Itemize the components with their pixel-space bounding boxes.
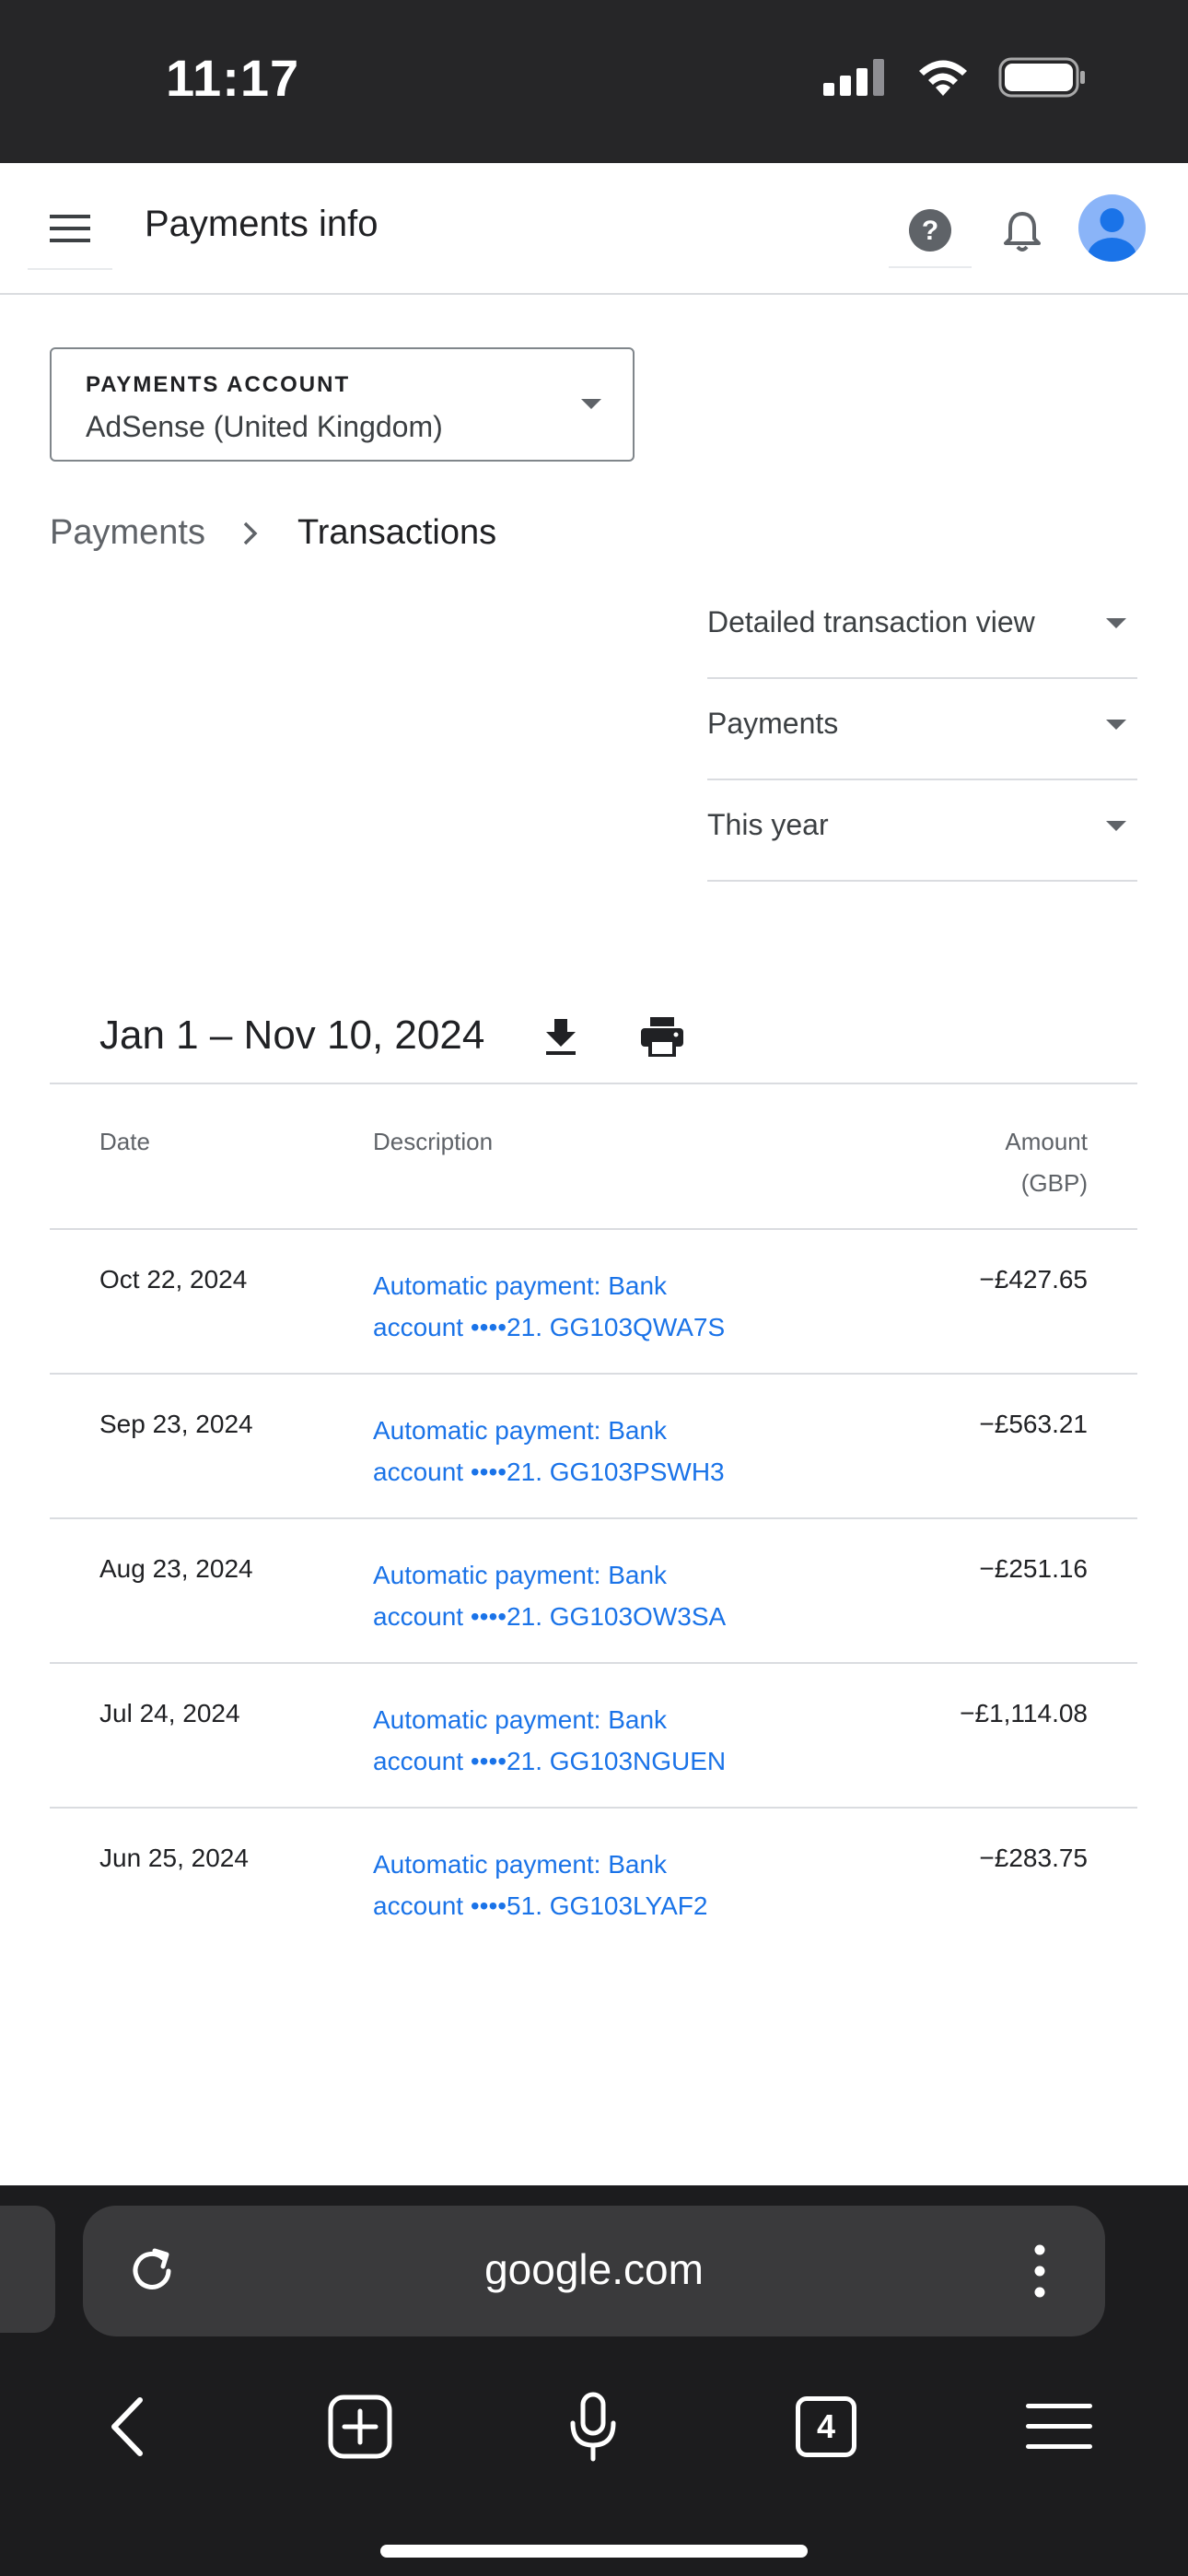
table-header: Date Description Amount (GBP) bbox=[50, 1084, 1137, 1230]
column-header-amount-currency: (GBP) bbox=[1020, 1169, 1088, 1197]
browser-toolbar: google.com 4 bbox=[0, 2185, 1188, 2576]
dropdown-arrow-icon bbox=[1106, 720, 1126, 730]
description-line: Automatic payment: Bank bbox=[373, 1271, 668, 1300]
column-header-date: Date bbox=[99, 1128, 150, 1155]
status-time: 11:17 bbox=[166, 49, 300, 107]
description-line: account ••••51. GG103LYAF2 bbox=[373, 1891, 708, 1920]
description-line: Automatic payment: Bank bbox=[373, 1850, 668, 1879]
microphone-icon bbox=[570, 2392, 616, 2462]
description-line: account ••••21. GG103OW3SA bbox=[373, 1602, 727, 1631]
dropdown-arrow-icon bbox=[581, 399, 601, 409]
description-line: Automatic payment: Bank bbox=[373, 1705, 668, 1734]
browser-nav-row: 4 bbox=[0, 2379, 1188, 2471]
transaction-date: Aug 23, 2024 bbox=[99, 1554, 253, 1583]
new-tab-icon bbox=[328, 2395, 392, 2459]
description-line: account ••••21. GG103QWA7S bbox=[373, 1313, 726, 1341]
transaction-type-dropdown[interactable]: Payments bbox=[707, 679, 1137, 780]
menu-icon bbox=[50, 215, 90, 242]
page-title: Payments info bbox=[145, 204, 379, 244]
back-icon bbox=[111, 2397, 143, 2456]
dropdown-arrow-icon bbox=[1106, 618, 1126, 628]
breadcrumb-current: Transactions bbox=[297, 513, 497, 552]
tabs-button[interactable]: 4 bbox=[789, 2390, 863, 2464]
transaction-description-link[interactable]: Automatic payment: Bank account ••••51. … bbox=[373, 1844, 806, 1926]
date-range-dropdown[interactable]: This year bbox=[707, 780, 1137, 882]
account-avatar-icon bbox=[1088, 208, 1136, 262]
table-row: Sep 23, 2024 Automatic payment: Bank acc… bbox=[50, 1375, 1137, 1519]
previous-tab-peek[interactable] bbox=[0, 2206, 55, 2333]
help-icon: ? bbox=[909, 209, 951, 252]
cellular-signal-icon bbox=[823, 59, 884, 96]
transaction-description-link[interactable]: Automatic payment: Bank account ••••21. … bbox=[373, 1699, 806, 1782]
menu-icon bbox=[1026, 2404, 1092, 2449]
more-options-button[interactable] bbox=[1026, 2239, 1054, 2303]
new-tab-button[interactable] bbox=[323, 2390, 397, 2464]
notifications-bell-icon bbox=[1004, 212, 1041, 252]
app-header: Payments info ? bbox=[0, 163, 1188, 295]
url-text: google.com bbox=[484, 2245, 704, 2293]
transactions-table: Date Description Amount (GBP) Oct 22, 20… bbox=[50, 1084, 1137, 1953]
chevron-right-icon bbox=[243, 521, 258, 544]
transaction-amount: −£427.65 bbox=[979, 1265, 1088, 1294]
payments-account-select[interactable]: PAYMENTS ACCOUNT AdSense (United Kingdom… bbox=[50, 347, 635, 462]
back-button[interactable] bbox=[90, 2390, 164, 2464]
status-icons bbox=[823, 57, 1087, 98]
breadcrumb-payments-link[interactable]: Payments bbox=[50, 513, 205, 553]
home-indicator[interactable] bbox=[380, 2545, 808, 2558]
transaction-description-link[interactable]: Automatic payment: Bank account ••••21. … bbox=[373, 1410, 806, 1493]
column-header-amount-label: Amount bbox=[1005, 1128, 1088, 1155]
status-bar: 11:17 bbox=[0, 0, 1188, 163]
voice-search-button[interactable] bbox=[556, 2390, 630, 2464]
transaction-date: Oct 22, 2024 bbox=[99, 1265, 248, 1294]
description-line: account ••••21. GG103PSWH3 bbox=[373, 1458, 725, 1486]
transaction-date: Sep 23, 2024 bbox=[99, 1410, 253, 1438]
transaction-amount: −£251.16 bbox=[979, 1554, 1088, 1583]
tabs-icon: 4 bbox=[796, 2396, 856, 2457]
menu-button[interactable] bbox=[28, 189, 112, 270]
date-range-text: Jan 1 – Nov 10, 2024 bbox=[99, 1013, 485, 1058]
transaction-amount: −£563.21 bbox=[979, 1410, 1088, 1438]
breadcrumb: Payments Transactions bbox=[50, 513, 496, 553]
description-line: account ••••21. GG103NGUEN bbox=[373, 1747, 727, 1775]
address-bar[interactable]: google.com bbox=[83, 2206, 1105, 2336]
table-row: Jul 24, 2024 Automatic payment: Bank acc… bbox=[50, 1664, 1137, 1809]
help-button[interactable]: ? bbox=[889, 194, 972, 268]
battery-icon bbox=[998, 57, 1085, 98]
transaction-type-label: Payments bbox=[707, 707, 839, 740]
dropdown-arrow-icon bbox=[1106, 821, 1126, 831]
column-header-description: Description bbox=[373, 1128, 494, 1155]
account-select-label: PAYMENTS ACCOUNT bbox=[86, 372, 351, 397]
description-line: Automatic payment: Bank bbox=[373, 1561, 668, 1589]
transaction-amount: −£1,114.08 bbox=[960, 1699, 1088, 1727]
print-button[interactable] bbox=[632, 1009, 693, 1064]
print-icon bbox=[641, 1017, 683, 1057]
date-range-row: Jan 1 – Nov 10, 2024 bbox=[50, 974, 1137, 1084]
description-line: Automatic payment: Bank bbox=[373, 1416, 668, 1445]
transaction-date: Jun 25, 2024 bbox=[99, 1844, 249, 1872]
more-vertical-icon bbox=[1034, 2244, 1045, 2298]
account-avatar[interactable] bbox=[1078, 194, 1146, 262]
browser-menu-button[interactable] bbox=[1022, 2390, 1096, 2464]
view-type-label: Detailed transaction view bbox=[707, 605, 1035, 638]
account-select-value: AdSense (United Kingdom) bbox=[86, 410, 443, 443]
table-row: Aug 23, 2024 Automatic payment: Bank acc… bbox=[50, 1519, 1137, 1664]
page-content: Payments info ? PAYMENTS ACCOUNT AdSense… bbox=[0, 163, 1188, 2185]
table-row: Jun 25, 2024 Automatic payment: Bank acc… bbox=[50, 1809, 1137, 1953]
transaction-description-link[interactable]: Automatic payment: Bank account ••••21. … bbox=[373, 1554, 806, 1637]
download-icon bbox=[546, 1019, 576, 1055]
svg-text:?: ? bbox=[922, 216, 938, 246]
transaction-description-link[interactable]: Automatic payment: Bank account ••••21. … bbox=[373, 1265, 806, 1348]
date-range-label: This year bbox=[707, 808, 829, 841]
wifi-icon bbox=[919, 60, 967, 96]
transaction-amount: −£283.75 bbox=[979, 1844, 1088, 1872]
notifications-button[interactable] bbox=[995, 194, 1050, 268]
transaction-date: Jul 24, 2024 bbox=[99, 1699, 240, 1727]
table-row: Oct 22, 2024 Automatic payment: Bank acc… bbox=[50, 1230, 1137, 1375]
column-header-amount: Amount (GBP) bbox=[1005, 1121, 1088, 1204]
view-type-dropdown[interactable]: Detailed transaction view bbox=[707, 578, 1137, 679]
download-button[interactable] bbox=[533, 1009, 588, 1064]
